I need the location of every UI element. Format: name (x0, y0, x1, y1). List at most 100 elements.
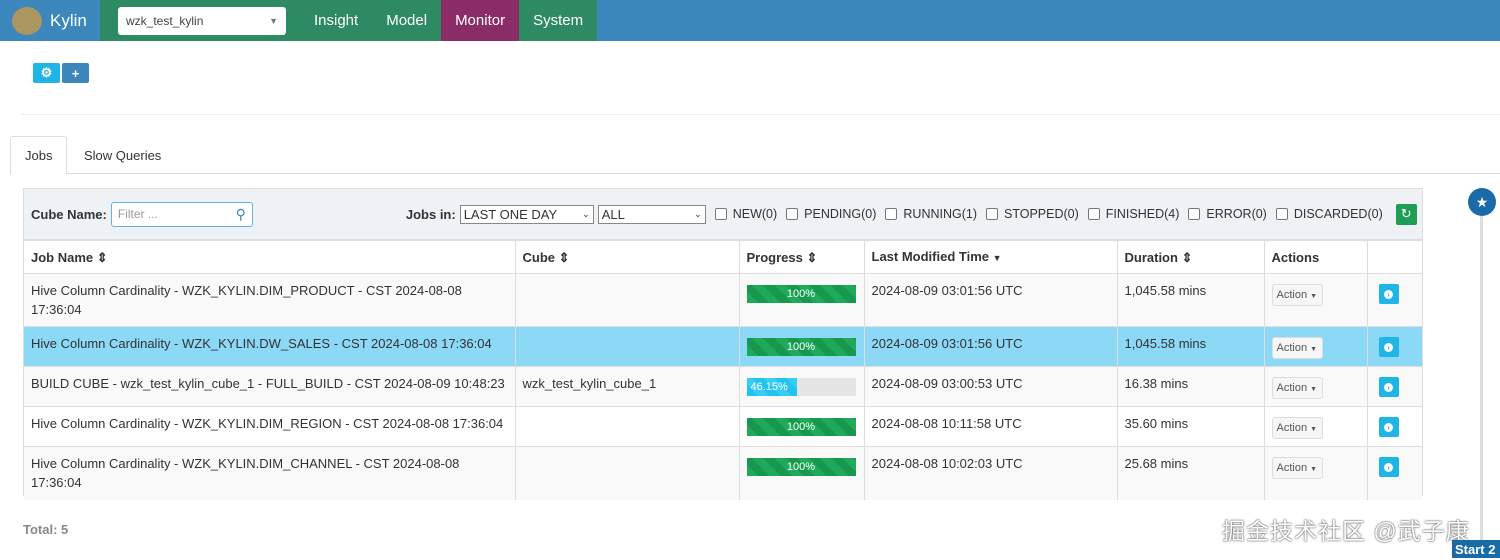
action-dropdown[interactable]: Action ▼ (1271, 284, 1323, 306)
job-name: BUILD CUBE - wzk_test_kylin_cube_1 - FUL… (24, 366, 516, 407)
chevron-right-circle-icon: › (1384, 342, 1393, 352)
chevron-right-circle-icon: › (1384, 422, 1393, 432)
nav-model[interactable]: Model (372, 0, 442, 41)
checkbox-error[interactable]: ERROR(0) (1188, 207, 1267, 221)
cube-filter-input[interactable]: Filter ... ⚲ (110, 201, 253, 227)
view-details-button[interactable]: › (1378, 377, 1399, 397)
checkbox-running[interactable]: RUNNING(1) (885, 207, 977, 221)
action-dropdown[interactable]: Action ▼ (1271, 337, 1323, 359)
filter-bar: Cube Name: Filter ... ⚲ Jobs in: LAST ONE… (24, 189, 1422, 240)
cube-name (515, 406, 740, 447)
nav-insight[interactable]: Insight (300, 0, 373, 41)
action-dropdown[interactable]: Action ▼ (1271, 377, 1323, 399)
table-row[interactable]: Hive Column Cardinality - WZK_KYLIN.DIM_… (24, 406, 1422, 447)
checkbox-finished[interactable]: FINISHED(4) (1087, 207, 1180, 221)
total-count: Total: 5 (23, 522, 69, 537)
progress-label: 46.15% (750, 381, 788, 393)
header-last-modified[interactable]: Last Modified Time ▼ (864, 240, 1118, 274)
chevron-right-circle-icon: › (1384, 382, 1393, 392)
duration: 35.60 mins (1117, 406, 1265, 447)
header-duration[interactable]: Duration ⇕ (1117, 240, 1265, 274)
table-row[interactable]: Hive Column Cardinality - WZK_KYLIN.DIM_… (24, 273, 1422, 327)
top-navbar: Kylin wzk_test_kylin ▼ Insight Model Moni… (0, 0, 1500, 41)
sort-icon: ⇕ (96, 249, 108, 265)
sort-icon: ⇕ (558, 249, 570, 265)
checkbox-discarded[interactable]: DISCARDED(0) (1275, 207, 1383, 221)
chevron-right-circle-icon: › (1384, 462, 1393, 472)
action-label: Action (1276, 382, 1308, 394)
view-details-button[interactable]: › (1378, 457, 1399, 477)
duration: 16.38 mins (1117, 366, 1265, 407)
detail-cell: › (1367, 406, 1422, 447)
action-dropdown[interactable]: Action ▼ (1271, 457, 1323, 479)
progress-label: 100% (786, 288, 816, 300)
header-cube[interactable]: Cube ⇕ (515, 240, 740, 274)
checkbox[interactable] (786, 208, 799, 220)
progress-label: 100% (786, 421, 816, 433)
view-details-button[interactable]: › (1378, 417, 1399, 437)
view-details-button[interactable]: › (1378, 337, 1399, 357)
table-row[interactable]: Hive Column Cardinality - WZK_KYLIN.DIM_… (24, 446, 1422, 500)
job-name: Hive Column Cardinality - WZK_KYLIN.DIM_… (24, 406, 516, 447)
duration: 25.68 mins (1117, 446, 1265, 500)
header-job-name[interactable]: Job Name ⇕ (24, 240, 516, 274)
checkbox-label: RUNNING(1) (903, 207, 977, 221)
duration: 1,045.58 mins (1117, 273, 1265, 327)
project-value: wzk_test_kylin (126, 13, 204, 28)
checkbox[interactable] (1087, 208, 1100, 220)
sort-icon: ⇕ (806, 249, 818, 265)
checkbox[interactable] (1275, 208, 1288, 220)
start-badge[interactable]: Start 2 (1452, 540, 1500, 558)
checkbox-label: DISCARDED(0) (1293, 207, 1383, 221)
caret-down-icon: ▼ (269, 15, 278, 26)
checkbox-label: FINISHED(4) (1105, 207, 1180, 221)
tab-slow-queries[interactable]: Slow Queries (70, 136, 175, 175)
chevron-down-icon: ⌄ (582, 208, 590, 219)
checkbox[interactable] (1188, 208, 1201, 220)
checkbox-label: STOPPED(0) (1004, 207, 1079, 221)
header-label: Job Name (31, 249, 94, 265)
checkbox[interactable] (986, 208, 998, 220)
tab-jobs[interactable]: Jobs (10, 136, 68, 175)
checkbox-new[interactable]: NEW(0) (714, 207, 778, 221)
jobs-in-label: Jobs in: (405, 206, 456, 222)
last-modified: 2024-08-09 03:00:53 UTC (864, 366, 1118, 407)
refresh-button[interactable]: ↻ (1395, 203, 1417, 225)
checkbox-label: NEW(0) (732, 207, 778, 221)
action-dropdown[interactable]: Action ▼ (1271, 417, 1323, 439)
action-label: Action (1276, 422, 1308, 434)
checkbox[interactable] (885, 208, 898, 220)
project-select[interactable]: wzk_test_kylin ▼ (118, 6, 286, 35)
caret-down-icon: ▼ (1310, 346, 1318, 353)
progress-bar: 46.15% (746, 378, 856, 396)
chevron-down-icon: ⌄ (694, 208, 702, 219)
job-name: Hive Column Cardinality - WZK_KYLIN.DIM_… (24, 273, 516, 327)
nav-system[interactable]: System (519, 0, 598, 41)
add-button[interactable]: + (62, 63, 89, 83)
detail-cell: › (1367, 273, 1422, 327)
time-range-select[interactable]: LAST ONE DAY ⌄ (459, 204, 594, 224)
actions-cell: Action ▼ (1264, 273, 1368, 327)
brand[interactable]: Kylin (0, 0, 100, 41)
divider (20, 114, 1500, 115)
kylin-logo-icon (12, 6, 42, 35)
table-row[interactable]: BUILD CUBE - wzk_test_kylin_cube_1 - FUL… (24, 366, 1422, 407)
nav-monitor[interactable]: Monitor (441, 0, 520, 41)
status-select[interactable]: ALL ⌄ (597, 204, 706, 224)
header-progress[interactable]: Progress ⇕ (739, 240, 865, 274)
cube-name[interactable]: wzk_test_kylin_cube_1 (515, 366, 740, 407)
action-label: Action (1276, 342, 1308, 354)
checkbox-label: PENDING(0) (804, 207, 877, 221)
view-details-button[interactable]: › (1378, 284, 1399, 304)
detail-cell: › (1367, 446, 1422, 500)
star-icon[interactable]: ★ (1468, 188, 1496, 216)
settings-button[interactable]: ⚙ (33, 63, 60, 83)
job-name: Hive Column Cardinality - WZK_KYLIN.DIM_… (24, 446, 516, 500)
checkbox-stopped[interactable]: STOPPED(0) (986, 207, 1079, 221)
last-modified: 2024-08-09 03:01:56 UTC (864, 273, 1118, 327)
checkbox[interactable] (714, 208, 727, 220)
checkbox-pending[interactable]: PENDING(0) (786, 207, 876, 221)
actions-cell: Action ▼ (1264, 406, 1368, 447)
actions-cell: Action ▼ (1264, 446, 1368, 500)
table-row[interactable]: Hive Column Cardinality - WZK_KYLIN.DW_S… (24, 326, 1422, 367)
